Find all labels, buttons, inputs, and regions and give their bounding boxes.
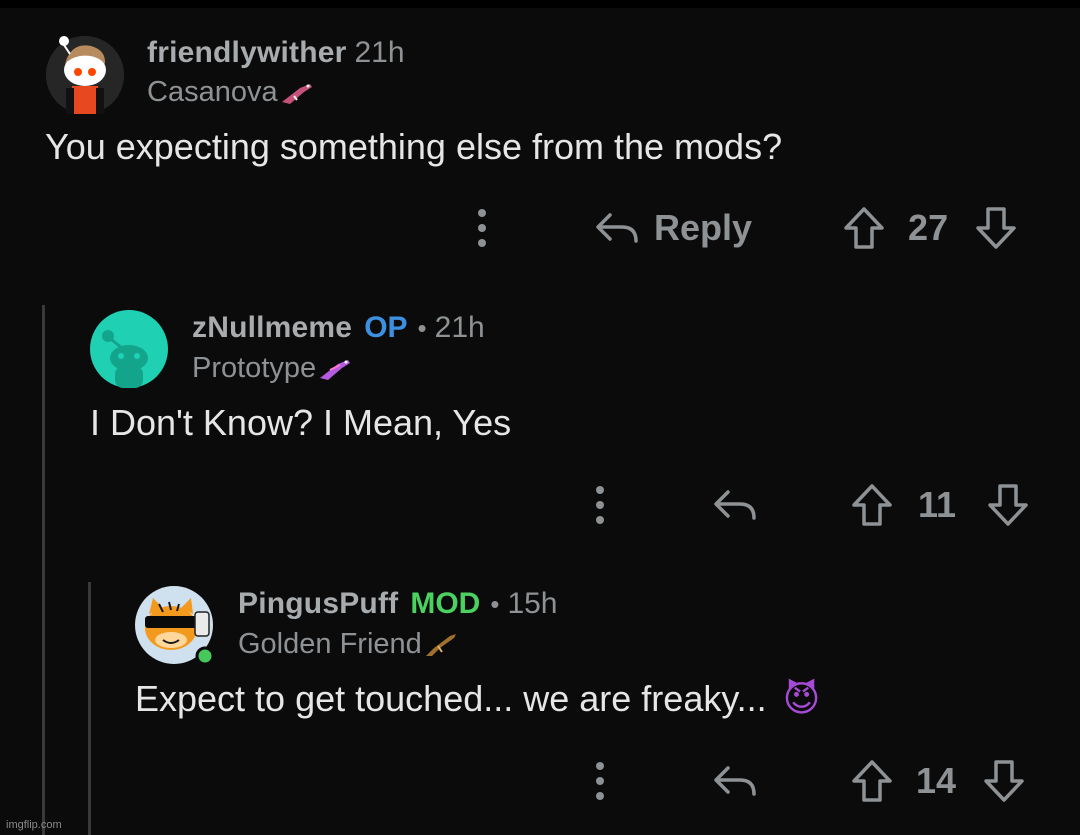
vote-score: 27 [908,207,949,248]
comment-actions: 11 [588,482,1030,528]
upvote-button[interactable] [850,483,894,527]
comment-body: You expecting something else from the mo… [45,126,783,167]
vote-score: 11 [918,484,957,525]
reply-button[interactable]: Reply [594,207,752,249]
user-flair: Golden Friend [238,628,458,661]
imgflip-watermark: imgflip.com [6,819,62,831]
timestamp: 21h [434,311,485,344]
more-options-icon[interactable] [588,482,612,528]
gun-emoji-icon [281,83,312,104]
reply-button[interactable] [712,764,758,798]
more-options-icon[interactable] [588,758,612,804]
upvote-arrow-icon [852,484,892,526]
avatar[interactable] [135,586,215,666]
downvote-arrow-icon [976,207,1016,249]
username[interactable]: PingusPuff [238,587,398,621]
thread-line-level-2[interactable] [88,582,91,835]
more-options-icon[interactable] [470,205,494,251]
downvote-button[interactable] [982,759,1026,803]
comment-header: friendlywither 21h [147,36,405,70]
upvote-button[interactable] [842,206,886,250]
upvote-button[interactable] [850,759,894,803]
upvote-arrow-icon [844,207,884,249]
gun-emoji-icon [320,359,351,380]
upvote-arrow-icon [852,760,892,802]
comment-actions: 14 [588,758,1026,804]
thread-line-level-1[interactable] [42,305,45,835]
smiling-devil-emoji: 😈 [782,678,821,719]
garfield-avatar-icon [135,586,215,666]
user-flair: Prototype [192,352,352,385]
username[interactable]: zNullmeme [192,311,352,345]
vote-score: 14 [916,760,957,801]
reply-arrow-icon [596,213,638,243]
user-flair: Casanova [147,76,314,109]
reply-button[interactable] [712,488,758,522]
separator-dot: • [490,589,500,619]
downvote-button[interactable] [986,483,1030,527]
comment-actions: Reply 27 [470,205,1018,251]
separator-dot: • [417,313,427,343]
comment-body: I Don't Know? I Mean, Yes [90,402,512,443]
comment-body: Expect to get touched... we are freaky..… [135,678,820,720]
snoo-avatar-icon [90,310,168,388]
downvote-arrow-icon [988,484,1028,526]
timestamp: 15h [507,587,558,620]
reply-arrow-icon [714,490,756,520]
downvote-button[interactable] [974,206,1018,250]
flair-text: Casanova [147,76,278,108]
op-badge: OP [364,311,408,344]
username[interactable]: friendlywither [147,36,347,70]
reply-arrow-icon [714,766,756,796]
snoo-avatar-icon [46,36,124,114]
comment-header: PingusPuff MOD • 15h [238,587,558,621]
mod-badge: MOD [410,587,481,620]
comment-body-text: Expect to get touched... we are freaky..… [135,678,767,719]
reply-label: Reply [654,207,753,248]
avatar[interactable] [46,36,124,114]
flair-text: Prototype [192,352,317,384]
downvote-arrow-icon [984,760,1024,802]
comment-header: zNullmeme OP • 21h [192,311,485,345]
rifle-emoji-icon [425,633,456,656]
avatar[interactable] [90,310,168,388]
timestamp: 21h [354,36,405,69]
top-bar [0,0,1080,8]
flair-text: Golden Friend [238,628,422,660]
